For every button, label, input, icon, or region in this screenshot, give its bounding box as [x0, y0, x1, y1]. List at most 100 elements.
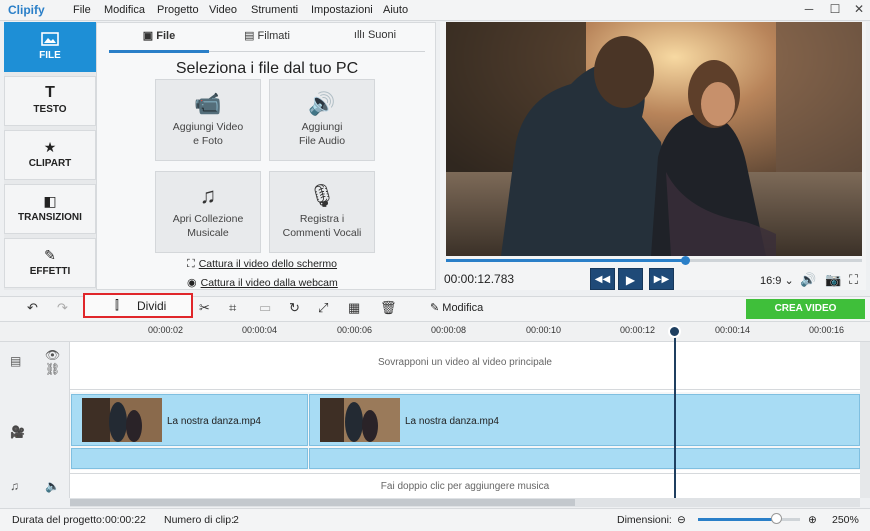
storyboard-icon[interactable]: ▦ [348, 300, 360, 316]
eye-icon[interactable]: 👁 [45, 348, 60, 362]
ruler-label: 00:00:12 [620, 325, 656, 335]
duration-label: Durata del progetto: [12, 514, 105, 526]
play-icon: ▶ [625, 273, 636, 287]
zoom-fill [698, 518, 776, 521]
close-icon[interactable]: ✕ [850, 2, 868, 18]
image-icon: ▣ [142, 30, 157, 42]
create-video-button[interactable]: CREA VIDEO [746, 299, 865, 319]
trash-icon[interactable]: 🗑 [380, 300, 397, 316]
ruler-label: 00:00:14 [715, 325, 751, 335]
split-button[interactable]: ⫿ Dividi [83, 293, 193, 318]
clip-audio-strip[interactable] [71, 448, 308, 469]
music-collection-button[interactable]: ♫ Apri Collezione Musicale [155, 171, 261, 253]
play-button[interactable]: ▶ [618, 268, 643, 290]
nav-effetti-label: EFFETTI [29, 266, 71, 277]
tab-active-indicator [109, 50, 209, 53]
ruler-label: 00:00:02 [148, 325, 184, 335]
aspect-ratio-select[interactable]: 16:9 ⌄ [760, 274, 794, 287]
clip[interactable]: La nostra danza.mp4 [71, 394, 308, 446]
seek-handle[interactable] [681, 256, 690, 265]
clip-name: La nostra danza.mp4 [405, 416, 499, 427]
clip-count-value: 2 [233, 514, 239, 526]
next-button[interactable]: ▶▶ [649, 268, 674, 290]
chevron-down-icon: ⌄ [784, 275, 794, 287]
magic-wand-icon: ✎ [44, 247, 56, 263]
fullscreen-icon[interactable]: ⛶ [849, 272, 858, 288]
redo-icon[interactable]: ↷ [57, 300, 68, 316]
menu-file[interactable]: File [73, 4, 91, 16]
nav-testo[interactable]: T TESTO [4, 76, 96, 126]
rotate-icon[interactable]: ↻ [289, 300, 300, 316]
link-icon[interactable]: ⛓ [45, 362, 60, 376]
ruler-label: 00:00:08 [431, 325, 467, 335]
menu-impostazioni[interactable]: Impostazioni [311, 4, 373, 16]
split-icon: ⫿ [115, 298, 119, 312]
webcam-icon: ◉ [187, 277, 197, 289]
microphone-icon: 🎙 [308, 183, 336, 208]
tab-filmati[interactable]: ▤ Filmati [215, 29, 319, 49]
transition-icon: ◧ [43, 193, 57, 209]
zoom-in-icon[interactable]: ⊕ [808, 514, 817, 526]
menu-strumenti[interactable]: Strumenti [251, 4, 298, 16]
scrollbar-thumb[interactable] [70, 499, 575, 506]
zoom-label: Dimensioni: [617, 514, 672, 526]
capture-screen-link[interactable]: ⛶ Cattura il video dello schermo [187, 258, 337, 271]
nav-clipart[interactable]: ★ CLIPART [4, 130, 96, 180]
snapshot-icon[interactable]: 📷 [825, 272, 841, 288]
zoom-out-icon[interactable]: ⊖ [677, 514, 686, 526]
edit-button[interactable]: ✎ Modifica [430, 301, 483, 314]
tab-suoni[interactable]: ıllı Suoni [325, 29, 425, 49]
clip[interactable]: La nostra danza.mp4 [309, 394, 860, 446]
zoom-handle[interactable] [771, 513, 782, 524]
clip-audio-strip[interactable] [309, 448, 860, 469]
vertical-scrollbar[interactable] [860, 342, 870, 498]
music-note-icon: ♫ [10, 479, 19, 493]
panel-title: Seleziona i file dal tuo PC [175, 60, 359, 77]
minimize-icon[interactable]: ─ [800, 2, 818, 18]
star-icon: ★ [43, 139, 57, 155]
crop-icon[interactable]: ⌗ [229, 300, 236, 316]
playhead-handle[interactable] [668, 325, 681, 338]
nav-clipart-label: CLIPART [28, 158, 72, 169]
undo-icon[interactable]: ↶ [27, 300, 38, 316]
music-collection-label: Apri Collezione Musicale [172, 213, 244, 239]
nav-file-label: FILE [39, 50, 61, 61]
speaker-icon[interactable]: 🔈 [45, 479, 60, 493]
stabilize-icon[interactable]: ▭ [259, 300, 271, 316]
app-logo: Clipify [8, 3, 45, 17]
scissors-icon[interactable]: ✂ [199, 300, 210, 316]
tab-suoni-label: Suoni [367, 29, 397, 41]
menu-video[interactable]: Video [209, 4, 237, 16]
capture-webcam-link[interactable]: ◉ Cattura il video dalla webcam [187, 276, 338, 289]
resize-icon[interactable]: ⤢ [318, 300, 328, 316]
menu-progetto[interactable]: Progetto [157, 4, 199, 16]
camera-icon: 📹 [194, 91, 222, 116]
ruler-label: 00:00:06 [337, 325, 373, 335]
menu-modifica[interactable]: Modifica [104, 4, 145, 16]
duration-value: 00:00:22 [105, 514, 146, 526]
volume-icon[interactable]: 🔊 [800, 272, 816, 288]
split-label: Dividi [137, 299, 167, 313]
music-hint: Fai doppio clic per aggiungere musica [380, 481, 550, 492]
record-voice-button[interactable]: 🎙 Registra i Commenti Vocali [269, 171, 375, 253]
previous-button[interactable]: ◀◀ [590, 268, 615, 290]
ruler-label: 00:00:10 [526, 325, 562, 335]
sound-wave-icon: ıllı [353, 29, 368, 41]
text-icon: T [45, 84, 55, 101]
nav-testo-label: TESTO [33, 104, 67, 115]
clip-name: La nostra danza.mp4 [167, 416, 261, 427]
tab-file[interactable]: ▣ File [109, 29, 209, 49]
film-strip-icon: ▤ [10, 354, 22, 368]
nav-transizioni[interactable]: ◧ TRANSIZIONI [4, 184, 96, 234]
ruler-label: 00:00:04 [242, 325, 278, 335]
maximize-icon[interactable]: ☐ [826, 2, 844, 18]
nav-file[interactable]: FILE [4, 22, 96, 72]
playhead[interactable] [674, 332, 676, 498]
add-audio-button[interactable]: 🔊 Aggiungi File Audio [269, 79, 375, 161]
video-camera-icon: 🎥 [10, 425, 25, 439]
left-nav: FILE T TESTO ★ CLIPART ◧ TRANSIZIONI ✎ E… [4, 22, 96, 290]
menu-aiuto[interactable]: Aiuto [383, 4, 408, 16]
add-video-photo-button[interactable]: 📹 Aggiungi Video e Foto [155, 79, 261, 161]
nav-effetti[interactable]: ✎ EFFETTI [4, 238, 96, 288]
clip-thumbnail [82, 398, 162, 442]
